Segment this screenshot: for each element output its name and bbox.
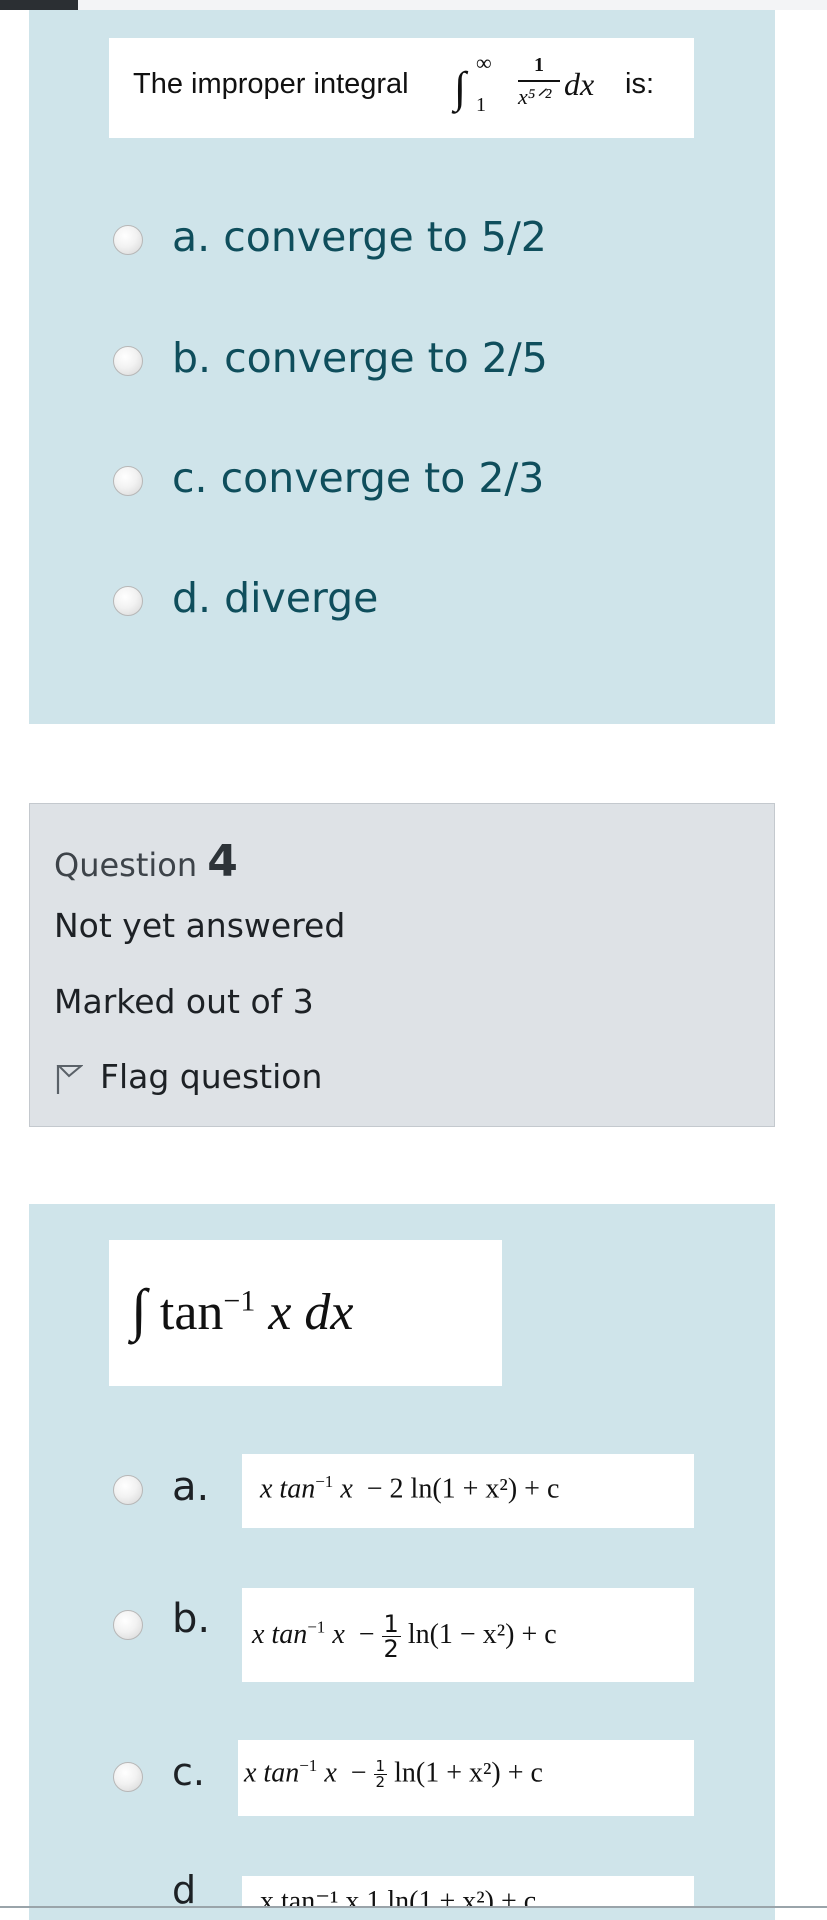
- fraction-numerator: 1: [381, 1610, 401, 1638]
- q4-option-b-image[interactable]: x tan−1 x − 1 2 ln(1 − x²) + c: [242, 1588, 694, 1682]
- q4-integrand-power: −1: [223, 1284, 256, 1318]
- expr-power: −1: [307, 1617, 326, 1637]
- question-4-heading: Question 4: [54, 836, 238, 887]
- q4-integrand-func: tan: [159, 1284, 224, 1341]
- question-marks: Marked out of 3: [54, 982, 314, 1021]
- question-3-integral: ∫ ∞ 1 1 x⁵ᐟ² dx: [454, 50, 614, 130]
- fraction-denominator: 2: [375, 1773, 386, 1792]
- q3-option-a-label[interactable]: a. converge to 5/2: [172, 213, 547, 261]
- q4-option-a-radio[interactable]: [113, 1475, 143, 1505]
- expr-main: x tan: [260, 1473, 316, 1505]
- expr-sign: −: [358, 1618, 375, 1650]
- q3-option-d-radio[interactable]: [113, 586, 143, 616]
- q4-option-c-radio[interactable]: [113, 1762, 143, 1792]
- expr-rest: ln(1 − x²) + c: [407, 1618, 557, 1650]
- question-3-suffix: is:: [625, 68, 654, 100]
- q4-option-d-clip: d x tan⁻¹ x 1 ln(1 + x²) + c: [0, 1870, 827, 1906]
- fraction-denominator: 2: [383, 1635, 399, 1663]
- expr-rest: ln(1 + x²) + c: [394, 1757, 543, 1789]
- expr-x: x: [332, 1618, 345, 1650]
- question-word: Question: [54, 846, 198, 884]
- expr-x: x: [340, 1473, 353, 1505]
- question-3-image: The improper integral ∫ ∞ 1 1 x⁵ᐟ² dx is…: [109, 38, 694, 138]
- expr-x: x: [324, 1757, 337, 1789]
- q3-option-c-radio[interactable]: [113, 466, 143, 496]
- flag-icon[interactable]: [55, 1063, 83, 1095]
- q3-option-c-label[interactable]: c. converge to 2/3: [172, 454, 544, 502]
- q4-option-a-image[interactable]: x tan−1 x − 2 ln(1 + x²) + c: [242, 1454, 694, 1528]
- expr-fraction: 1 2: [381, 1610, 401, 1663]
- question-number: 4: [207, 836, 238, 887]
- top-bar-dark-segment: [0, 0, 78, 10]
- q4-option-d-image[interactable]: x tan⁻¹ x 1 ln(1 + x²) + c: [242, 1876, 694, 1906]
- q4-option-a-letter[interactable]: a.: [172, 1464, 209, 1510]
- q3-option-b-radio[interactable]: [113, 346, 143, 376]
- expr-rest: − 2 ln(1 + x²) + c: [366, 1473, 560, 1505]
- integrand-numerator: 1: [534, 54, 544, 76]
- q4-integrand-var: x dx: [268, 1284, 354, 1341]
- integral-lower-limit: 1: [476, 94, 486, 116]
- expr-fraction: 1 2: [373, 1759, 388, 1792]
- q4-option-c-letter[interactable]: c.: [172, 1750, 205, 1794]
- q4-option-b-letter[interactable]: b.: [172, 1596, 210, 1642]
- expr-sign: −: [350, 1757, 367, 1789]
- question-status: Not yet answered: [54, 906, 346, 945]
- question-3-prefix: The improper integral: [133, 68, 409, 100]
- q3-option-b-label[interactable]: b. converge to 2/5: [172, 334, 548, 382]
- q4-option-c-image[interactable]: x tan−1 x − 1 2 ln(1 + x²) + c: [238, 1740, 694, 1816]
- integral-sign: ∫: [131, 1277, 147, 1342]
- expr-power: −1: [315, 1472, 334, 1491]
- top-bar-light: [78, 0, 827, 10]
- expr-main: x tan: [244, 1757, 300, 1789]
- fraction-bar: [518, 80, 560, 82]
- integral-differential: dx: [564, 66, 595, 102]
- integral-upper-limit: ∞: [476, 50, 492, 75]
- expr-power: −1: [299, 1756, 318, 1775]
- bottom-divider: [0, 1906, 827, 1908]
- q4-option-d-letter[interactable]: d: [172, 1870, 196, 1906]
- q4-option-b-radio[interactable]: [113, 1610, 143, 1640]
- flag-question-link[interactable]: Flag question: [100, 1057, 322, 1096]
- question-4-image: ∫ tan−1 x dx: [109, 1240, 502, 1386]
- expr-main: x tan: [252, 1618, 308, 1650]
- integrand-denominator: x⁵ᐟ²: [518, 84, 552, 109]
- q3-option-a-radio[interactable]: [113, 225, 143, 255]
- q4-option-d-partial: x tan⁻¹ x 1 ln(1 + x²) + c: [260, 1886, 537, 1906]
- q3-option-d-label[interactable]: d. diverge: [172, 574, 378, 622]
- integral-sign: ∫: [454, 63, 467, 112]
